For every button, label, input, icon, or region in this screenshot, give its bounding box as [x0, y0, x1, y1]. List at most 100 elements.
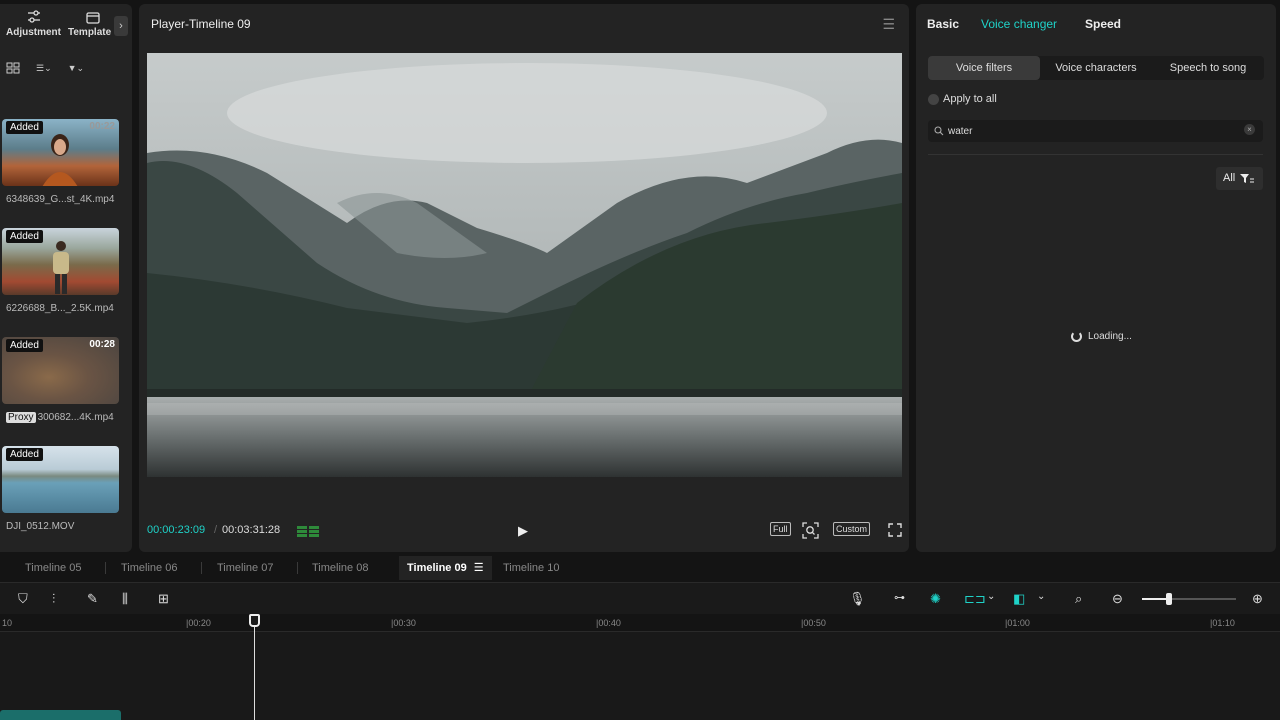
tab-speed[interactable]: Speed — [1085, 17, 1121, 31]
media-item[interactable]: Added 6226688_B..._2.5K.mp4 — [2, 228, 119, 314]
full-quality-button[interactable]: Full — [770, 522, 791, 536]
zoom-slider-handle[interactable] — [1166, 593, 1172, 605]
zoom-slider[interactable] — [1142, 593, 1236, 605]
subtab-voice-filters[interactable]: Voice filters — [928, 56, 1040, 80]
zoom-fit-icon[interactable] — [802, 522, 819, 539]
ruler-label: |00:30 — [391, 618, 416, 628]
voice-subtabs: Voice filters Voice characters Speech to… — [928, 56, 1264, 80]
added-badge: Added — [6, 339, 43, 352]
ruler-label: |00:40 — [596, 618, 621, 628]
tab-divider — [201, 562, 202, 574]
media-item[interactable]: Added 00:28 Proxy 300682...4K.mp4 — [2, 337, 119, 423]
split-preview-icon[interactable]: ◧ — [1013, 591, 1025, 607]
aspect-ratio-button[interactable]: Custom — [833, 522, 871, 536]
media-panel: Adjustment Template › ☰⌄ ▼⌄ Added 00:22 … — [0, 4, 132, 552]
media-item[interactable]: Added DJI_0512.MOV — [2, 446, 119, 532]
subtab-voice-characters[interactable]: Voice characters — [1040, 56, 1152, 80]
tab-timeline-06[interactable]: Timeline 06 — [121, 556, 177, 580]
linkage-icon[interactable]: ⊏⊐ — [964, 591, 986, 607]
added-badge: Added — [6, 230, 43, 243]
added-badge: Added — [6, 448, 43, 461]
timeline-tabs: Timeline 05 Timeline 06 Timeline 07 Time… — [0, 556, 1280, 580]
zoom-slider-fill — [1142, 598, 1169, 600]
playhead-line — [254, 620, 255, 720]
divider — [928, 154, 1263, 155]
video-preview[interactable] — [147, 53, 902, 477]
adjust-icon[interactable]: ⫶ — [52, 591, 55, 607]
auto-snap-icon[interactable]: ✺ — [930, 591, 941, 607]
duration-label: 00:28 — [89, 339, 115, 350]
ruler-label: |01:10 — [1210, 618, 1235, 628]
subtab-speech-to-song[interactable]: Speech to song — [1152, 56, 1264, 80]
media-thumbnail: Added 00:28 — [2, 337, 119, 404]
expand-panel-button[interactable]: › — [114, 16, 128, 36]
media-thumbnail: Added — [2, 228, 119, 295]
chevron-down-icon[interactable]: ⌄ — [987, 591, 995, 602]
zoom-in-icon[interactable]: ⊕ — [1252, 591, 1263, 607]
search-icon — [934, 126, 944, 136]
tab-basic[interactable]: Basic — [927, 17, 959, 31]
timeline-track-area[interactable] — [0, 632, 1280, 720]
tab-divider — [105, 562, 106, 574]
search-input[interactable] — [948, 125, 1228, 137]
loading-indicator: Loading... — [1071, 331, 1132, 342]
link-icon[interactable]: ⊶ — [894, 591, 905, 604]
filter-label: All — [1223, 172, 1236, 184]
chevron-down-icon[interactable]: ⌄ — [1037, 591, 1045, 602]
media-filename-row: Proxy 300682...4K.mp4 — [6, 412, 119, 423]
media-thumbnail: Added — [2, 446, 119, 513]
adjustment-label: Adjustment — [6, 27, 61, 38]
tab-timeline-08[interactable]: Timeline 08 — [312, 556, 368, 580]
sort-icon[interactable]: ☰⌄ — [36, 63, 52, 74]
magic-wand-icon[interactable]: ✎ — [87, 591, 98, 607]
audio-meter-icon — [297, 526, 319, 537]
play-icon[interactable]: ▶ — [518, 523, 528, 539]
sliders-icon — [27, 10, 40, 23]
preview-zoom-icon[interactable]: ⌕ — [1075, 591, 1082, 607]
tab-menu-icon[interactable]: ☰ — [474, 562, 484, 574]
add-frame-icon[interactable]: ⊞ — [158, 591, 169, 607]
spinner-icon — [1071, 331, 1082, 342]
timeline-clip[interactable] — [0, 710, 121, 720]
zoom-out-icon[interactable]: ⊖ — [1112, 591, 1123, 607]
media-item[interactable]: Added 00:22 6348639_G...st_4K.mp4 — [2, 119, 119, 205]
apply-to-all-checkbox[interactable]: Apply to all — [928, 93, 997, 105]
player-panel: Player-Timeline 09 ☰ 00:00:23:09 / 00:03… — [139, 4, 909, 552]
duration-label: 00:22 — [89, 121, 115, 132]
audio-wave-icon[interactable]: ⫼ — [122, 591, 128, 607]
tab-divider — [297, 562, 298, 574]
templates-label: Template — [68, 27, 112, 38]
time-ruler[interactable]: 10 |00:20 |00:30 |00:40 |00:50 |01:00 |0… — [0, 614, 1280, 632]
player-title: Player-Timeline 09 — [151, 17, 251, 31]
filter-funnel-icon — [1240, 173, 1255, 183]
timeline-toolbar: ⛉ ⫶ ✎ ⫼ ⊞ 🎙 ⊶ ✺ ⊏⊐ ⌄ ◧ ⌄ ⌕ ⊖ ⊕ — [0, 582, 1280, 614]
category-filter-button[interactable]: All — [1216, 167, 1263, 190]
template-icon — [86, 12, 100, 24]
tab-timeline-05[interactable]: Timeline 05 — [25, 556, 81, 580]
marker-icon[interactable]: ⛉ — [18, 591, 28, 607]
microphone-icon[interactable]: 🎙 — [849, 591, 866, 607]
tab-timeline-10[interactable]: Timeline 10 — [503, 556, 559, 580]
inspector-panel: Basic Voice changer Speed Voice filters … — [916, 4, 1276, 552]
ruler-label: |00:50 — [801, 618, 826, 628]
adjustment-button[interactable]: Adjustment — [6, 10, 61, 39]
fullscreen-icon[interactable] — [888, 523, 902, 537]
apply-to-all-label: Apply to all — [943, 93, 997, 105]
menu-icon[interactable]: ☰ — [882, 16, 895, 33]
playhead-handle[interactable] — [249, 614, 260, 627]
total-timecode: 00:03:31:28 — [222, 524, 281, 536]
filter-icon[interactable]: ▼⌄ — [68, 63, 84, 74]
added-badge: Added — [6, 121, 43, 134]
search-field: × — [928, 120, 1263, 142]
templates-button[interactable]: Template — [68, 10, 112, 39]
ruler-label: |01:00 — [1005, 618, 1030, 628]
tab-timeline-09[interactable]: Timeline 09 ☰ — [399, 556, 492, 580]
tab-timeline-07[interactable]: Timeline 07 — [217, 556, 273, 580]
media-filename: DJI_0512.MOV — [6, 521, 75, 532]
proxy-badge: Proxy — [6, 412, 36, 423]
tab-voice-changer[interactable]: Voice changer — [981, 17, 1057, 31]
media-filename: 300682...4K.mp4 — [37, 412, 114, 423]
timecode-separator: / — [214, 524, 218, 536]
clear-search-icon[interactable]: × — [1244, 124, 1255, 135]
grid-view-icon[interactable] — [6, 62, 20, 74]
